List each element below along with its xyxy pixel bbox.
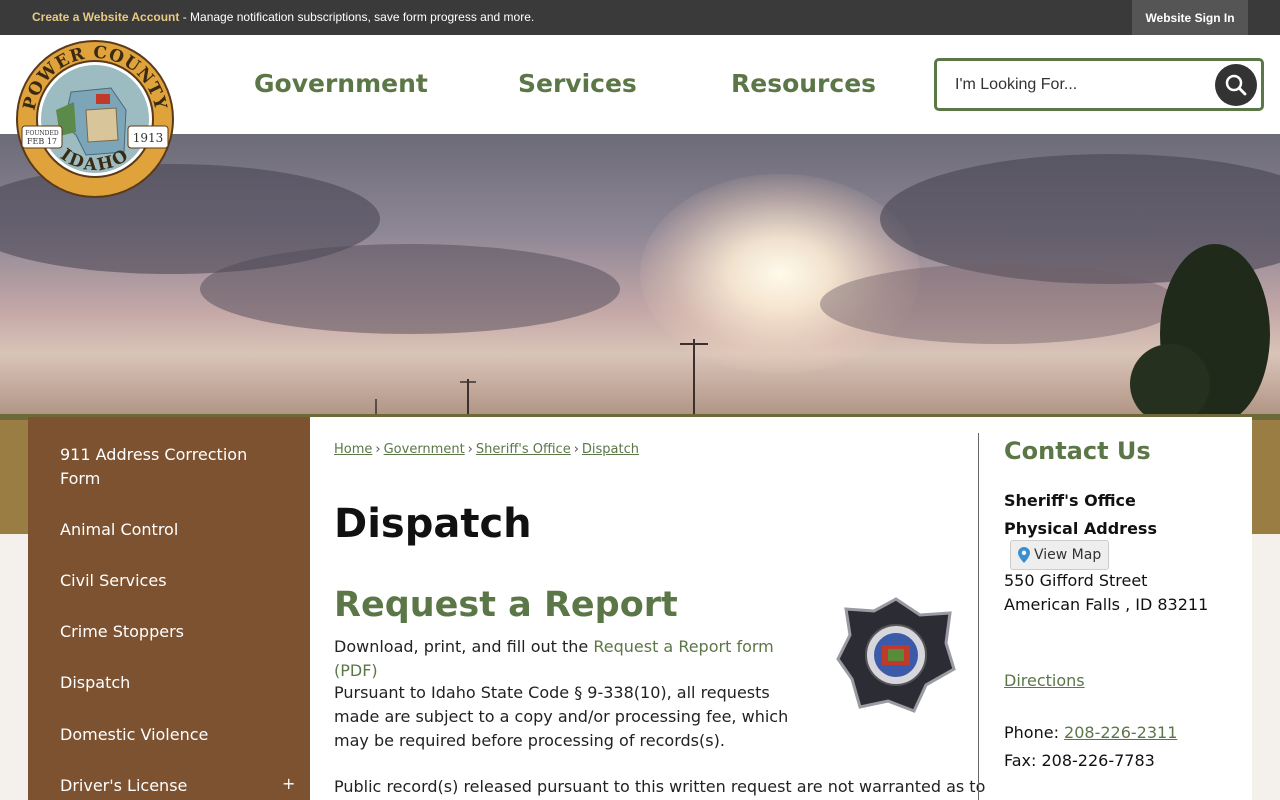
search-input[interactable] <box>955 73 1205 97</box>
view-map-button[interactable]: View Map <box>1010 540 1110 570</box>
sidebar-item-domestic-violence[interactable]: Domestic Violence <box>60 723 280 747</box>
breadcrumb-sheriffs-office[interactable]: Sheriff's Office <box>476 442 571 457</box>
main-content: Home › Government › Sheriff's Office › Dispatc… <box>310 417 1252 800</box>
contact-fax: Fax: 208-226-7783 <box>1004 751 1155 770</box>
directions-link[interactable]: Directions <box>1004 671 1085 690</box>
contact-office-name: Sheriff's Office <box>1004 491 1136 510</box>
sidebar-item-civil-services[interactable]: Civil Services <box>60 569 280 593</box>
nav-resources[interactable]: Resources <box>731 69 876 98</box>
request-report-text: Download, print, and fill out the <box>334 637 594 656</box>
sheriff-badge-image <box>836 597 956 713</box>
breadcrumb-separator: › <box>375 442 381 457</box>
top-utility-bar: Create a Website Account - Manage notifi… <box>0 0 1280 35</box>
page-title: Dispatch <box>334 501 532 547</box>
breadcrumb-separator: › <box>467 442 473 457</box>
sidebar-item-crime-stoppers[interactable]: Crime Stoppers <box>60 620 280 644</box>
nav-government[interactable]: Government <box>254 69 428 98</box>
content-divider <box>978 433 979 800</box>
breadcrumb-government[interactable]: Government <box>384 442 465 457</box>
sidebar-item-animal-control[interactable]: Animal Control <box>60 518 280 542</box>
phone-label: Phone: <box>1004 723 1065 742</box>
breadcrumb: Home › Government › Sheriff's Office › Dispatc… <box>334 442 639 457</box>
sidebar-item-911-address-correction-form[interactable]: 911 Address Correction Form <box>60 443 280 491</box>
breadcrumb-separator: › <box>573 442 579 457</box>
map-pin-icon <box>1018 547 1030 563</box>
logo-founded-label: FOUNDED <box>25 130 59 137</box>
logo-founded-date: FEB 17 <box>27 137 57 146</box>
phone-link[interactable]: 208-226-2311 <box>1064 723 1177 742</box>
contact-phone: Phone: 208-226-2311 <box>1004 723 1177 742</box>
fee-paragraph: Pursuant to Idaho State Code § 9-338(10)… <box>334 683 789 750</box>
sidebar-item-drivers-license[interactable]: Driver's License <box>60 774 280 798</box>
website-sign-in-button[interactable]: Website Sign In <box>1132 0 1248 35</box>
public-record-paragraph: Public record(s) released pursuant to th… <box>334 777 986 796</box>
physical-address-label: Physical Address <box>1004 519 1157 538</box>
sidebar-item-dispatch[interactable]: Dispatch <box>60 671 280 695</box>
account-message-text: - Manage notification subscriptions, sav… <box>179 10 535 24</box>
search-button[interactable] <box>1215 64 1257 106</box>
breadcrumb-home[interactable]: Home <box>334 442 372 457</box>
contact-street: 550 Gifford Street <box>1004 571 1148 590</box>
breadcrumb-dispatch[interactable]: Dispatch <box>582 442 639 457</box>
request-report-paragraph: Download, print, and fill out the Reques… <box>334 635 814 683</box>
account-message: Create a Website Account - Manage notifi… <box>32 10 534 24</box>
site-search <box>934 58 1264 111</box>
expand-drivers-license-button[interactable]: + <box>282 774 295 793</box>
nav-services[interactable]: Services <box>518 69 637 98</box>
create-account-link[interactable]: Create a Website Account <box>32 10 179 24</box>
contact-us-heading: Contact Us <box>1004 437 1151 465</box>
contact-city: American Falls , ID 83211 <box>1004 595 1209 614</box>
logo-year: 1913 <box>133 131 164 145</box>
section-title-request-a-report: Request a Report <box>334 585 678 625</box>
view-map-label: View Map <box>1034 547 1102 563</box>
directions-line: Directions <box>1004 671 1085 690</box>
site-header: FOUNDED FEB 17 1913 POWER COUNTY IDAHO G… <box>0 35 1280 198</box>
search-icon <box>1225 74 1247 96</box>
power-county-logo[interactable]: FOUNDED FEB 17 1913 POWER COUNTY IDAHO <box>16 40 174 198</box>
sidebar-nav: 911 Address Correction Form Animal Contr… <box>28 417 310 800</box>
